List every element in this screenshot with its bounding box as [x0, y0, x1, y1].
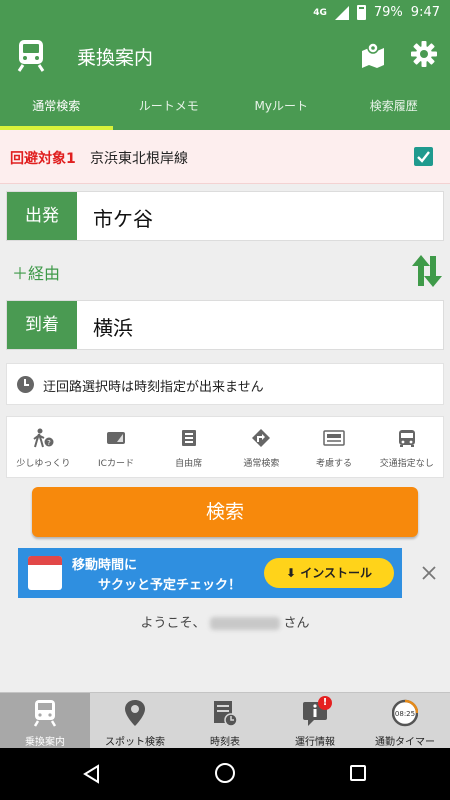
- departure-tag: 出発: [7, 192, 77, 240]
- time-notice: 迂回路選択時は時刻指定が出来ません: [6, 363, 444, 405]
- search-options: ? 少しゆっくり ICカード 自由席 通常検索 考慮する 交通指定なし: [6, 416, 444, 478]
- nav-transfer[interactable]: 乗換案内: [0, 693, 90, 748]
- ad-install-button[interactable]: ⬇ インストール: [264, 558, 394, 588]
- app-bar: 乗換案内: [0, 28, 450, 84]
- download-icon: ⬇: [286, 566, 301, 580]
- battery-icon: [356, 5, 366, 20]
- option-label: 通常検索: [243, 459, 280, 469]
- avoid-target-label: 回避対象1: [10, 151, 76, 167]
- nav-label: スポット検索: [105, 737, 165, 748]
- commuter-pass-icon: [323, 430, 345, 446]
- welcome-prefix: ようこそ、: [140, 616, 206, 631]
- tab-search-history[interactable]: 検索履歴: [338, 84, 450, 130]
- nav-service-info[interactable]: 運行情報: [270, 693, 360, 748]
- timer-text: 08:25: [395, 710, 415, 718]
- signal-icon: [334, 5, 349, 20]
- bus-icon: [398, 430, 415, 447]
- nav-label: 時刻表: [210, 737, 240, 748]
- option-transport[interactable]: 交通指定なし: [370, 417, 443, 477]
- arrival-tag: 到着: [7, 301, 77, 349]
- map-pin-icon: [125, 700, 145, 726]
- ic-card-icon: [107, 432, 125, 444]
- tab-normal-search[interactable]: 通常検索: [0, 84, 113, 130]
- time-notice-text: 迂回路選択時は時刻指定が出来ません: [43, 380, 264, 395]
- welcome-message: ようこそ、 さん: [0, 612, 450, 631]
- option-seat[interactable]: 自由席: [152, 417, 225, 477]
- route-sign-icon: [252, 429, 271, 447]
- tab-bar: 通常検索 ルートメモ Myルート 検索履歴: [0, 84, 450, 130]
- notification-badge: !: [318, 696, 332, 710]
- clock-icon: [17, 376, 34, 393]
- timetable-icon: [214, 701, 238, 727]
- search-button[interactable]: 検索: [32, 487, 418, 537]
- tab-route-memo[interactable]: ルートメモ: [113, 84, 226, 130]
- recent-apps-icon[interactable]: [350, 765, 366, 781]
- arrival-field[interactable]: 到着 横浜: [6, 300, 444, 350]
- avoid-checkbox[interactable]: [414, 147, 433, 166]
- tab-my-route[interactable]: Myルート: [225, 84, 338, 130]
- route-map-icon[interactable]: [360, 42, 386, 68]
- network-type: 4G: [313, 7, 327, 18]
- svg-text:?: ?: [47, 439, 51, 447]
- nav-label: 運行情報: [295, 737, 335, 748]
- ad-banner[interactable]: 移動時間に サクッと予定チェック！ ⬇ インストール: [18, 548, 402, 598]
- nav-spot-search[interactable]: スポット検索: [90, 693, 180, 748]
- option-label: 少しゆっくり: [16, 459, 71, 469]
- option-label: 自由席: [175, 459, 203, 469]
- swap-stations-icon[interactable]: [412, 254, 442, 288]
- system-nav-bar: [0, 748, 450, 800]
- bottom-nav: 乗換案内 スポット検索 時刻表 運行情報 08:25 通勤タイマー: [0, 692, 450, 748]
- avoid-line-name: 京浜東北根岸線: [90, 151, 188, 167]
- train-logo-icon: [17, 40, 45, 72]
- battery-level: 79%: [373, 5, 403, 20]
- walking-person-icon: ?: [33, 428, 54, 448]
- option-label: ICカード: [98, 459, 134, 469]
- option-label: 考慮する: [316, 459, 353, 469]
- status-bar: 4G 79% 9:47: [0, 0, 450, 28]
- ad-install-label: インストール: [300, 566, 372, 580]
- calendar-app-icon: [28, 556, 62, 590]
- close-icon[interactable]: [420, 564, 438, 582]
- clock-time: 9:47: [410, 5, 440, 20]
- nav-label: 通勤タイマー: [375, 737, 435, 748]
- option-walking-speed[interactable]: ? 少しゆっくり: [7, 417, 80, 477]
- nav-commute-timer[interactable]: 08:25 通勤タイマー: [360, 693, 450, 748]
- option-label: 交通指定なし: [379, 459, 434, 469]
- home-icon[interactable]: [215, 763, 235, 783]
- nav-label: 乗換案内: [25, 737, 65, 748]
- app-title: 乗換案内: [77, 47, 154, 69]
- back-icon[interactable]: [82, 764, 102, 784]
- option-search-type[interactable]: 通常検索: [225, 417, 298, 477]
- add-via-button[interactable]: ＋経由: [12, 260, 60, 284]
- welcome-suffix: さん: [283, 616, 310, 631]
- option-commuter-pass[interactable]: 考慮する: [298, 417, 371, 477]
- train-icon: [33, 700, 57, 727]
- free-seat-icon: [181, 430, 196, 446]
- departure-field[interactable]: 出発 市ケ谷: [6, 191, 444, 241]
- timer-icon: 08:25: [392, 699, 418, 727]
- blurred-username: [209, 617, 280, 630]
- arrival-station[interactable]: 横浜: [93, 312, 133, 341]
- ad-headline-2: サクッと予定チェック！: [98, 578, 242, 593]
- departure-station[interactable]: 市ケ谷: [93, 203, 153, 232]
- nav-timetable[interactable]: 時刻表: [180, 693, 270, 748]
- avoid-target-row[interactable]: 回避対象1 京浜東北根岸線: [0, 130, 450, 184]
- gear-icon[interactable]: [410, 40, 438, 68]
- option-ic-card[interactable]: ICカード: [80, 417, 153, 477]
- ad-headline-1: 移動時間に: [72, 558, 138, 573]
